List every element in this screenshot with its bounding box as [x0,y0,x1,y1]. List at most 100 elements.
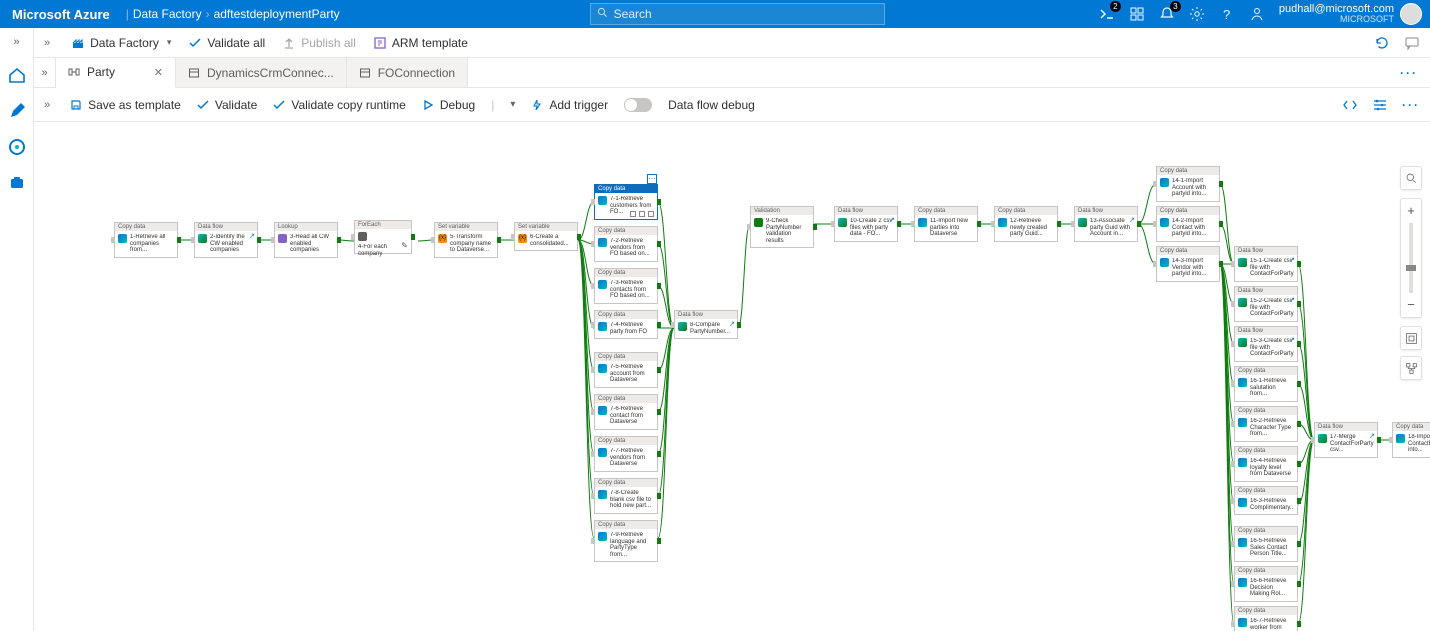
input-port[interactable] [591,241,595,247]
rail-home-icon[interactable] [8,66,26,84]
activity-node[interactable]: Set variable{x}5-Transform company name … [434,222,498,258]
activity-node[interactable]: Copy data16-3-Retrieve Complimentary... [1234,486,1298,515]
input-port[interactable] [591,367,595,373]
activity-node[interactable]: Copy data12-Retrieve newly created party… [994,206,1058,242]
output-port[interactable] [1057,221,1061,227]
output-port[interactable] [1297,301,1301,307]
tab-overflow[interactable]: ··· [1388,58,1430,87]
azure-brand[interactable]: Microsoft Azure [0,7,122,22]
refresh-icon[interactable] [1374,35,1390,51]
output-port[interactable] [497,237,501,243]
activity-node[interactable]: Copy data1-Retrieve all companies from..… [114,222,178,258]
arm-template-button[interactable]: ARM template [374,36,468,50]
output-port[interactable] [813,224,817,230]
activity-node[interactable]: Set variable{x}6-Create a consolidated..… [514,222,578,251]
breadcrumb-datafactory[interactable]: Data Factory [133,7,202,21]
data-factory-dropdown[interactable]: Data Factory ▾ [72,36,171,50]
debug-dropdown[interactable]: ▾ [510,99,515,110]
activity-node[interactable]: Copy data14-1-Import Account with partyi… [1156,166,1220,202]
activity-node[interactable]: Copy data11-Import new parties into Data… [914,206,978,242]
canvas-search-button[interactable] [1400,166,1422,190]
activity-node[interactable]: Copy data16-4-Retrieve loyalty level fro… [1234,446,1298,482]
input-port[interactable] [747,224,751,230]
canvas-autolayout-button[interactable] [1400,356,1422,380]
input-port[interactable] [911,221,915,227]
rail-author-icon[interactable] [8,102,26,120]
node-action-icon[interactable] [639,211,645,217]
input-port[interactable] [1153,221,1157,227]
input-port[interactable] [1231,461,1235,467]
activity-node[interactable]: Copy data7-7-Retrieve vendors from Datav… [594,436,658,472]
save-as-template-button[interactable]: Save as template [70,98,181,112]
input-port[interactable] [1153,261,1157,267]
input-port[interactable] [1231,261,1235,267]
input-port[interactable] [1231,621,1235,627]
output-port[interactable] [1297,621,1301,627]
zoom-in-button[interactable]: + [1407,203,1415,219]
close-icon[interactable]: ✕ [154,66,163,79]
activity-node[interactable]: Data flow8-Compare PartyNumber...↗ [674,310,738,339]
input-port[interactable] [591,409,595,415]
output-port[interactable] [1297,261,1301,267]
activity-node[interactable]: Copy data7-9-Retrieve language and Party… [594,520,658,562]
input-port[interactable] [1231,581,1235,587]
expand-icon[interactable]: ↗ [249,232,255,240]
input-port[interactable] [591,451,595,457]
validate-all-button[interactable]: Validate all [189,36,265,50]
activity-node[interactable]: Copy data16-1-Retrieve salutation from..… [1234,366,1298,402]
feedback-tool-icon[interactable] [1404,35,1420,51]
output-port[interactable] [657,283,661,289]
directories-icon[interactable] [1129,6,1145,22]
input-port[interactable] [591,322,595,328]
help-icon[interactable]: ? [1219,6,1235,22]
input-port[interactable] [831,221,835,227]
output-port[interactable] [1137,221,1141,227]
edit-icon[interactable]: ✎ [401,241,408,250]
output-port[interactable] [411,234,415,240]
output-port[interactable] [657,367,661,373]
search-input[interactable] [614,7,884,21]
output-port[interactable] [1297,498,1301,504]
activity-node[interactable]: Copy data16-6-Retrieve Decision Making R… [1234,566,1298,602]
tab-foconnection[interactable]: FOConnection [347,58,468,87]
activity-node[interactable]: Data flow15-1-Create csv file with Conta… [1234,246,1298,282]
activity-node[interactable]: Copy data7-3-Retrieve contacts from FO b… [594,268,658,304]
activity-node[interactable]: Copy data16-7-Retrieve worker from Datav… [1234,606,1298,631]
activity-node[interactable]: Data flow15-3-Create csv file with Conta… [1234,326,1298,362]
output-port[interactable] [1219,181,1223,187]
toolbar-overflow[interactable]: ··· [1402,98,1420,112]
activity-node[interactable]: Copy data14-3-Import Vendor with partyid… [1156,246,1220,282]
rail-expand-icon[interactable]: » [13,36,19,48]
input-port[interactable] [191,237,195,243]
code-view-icon[interactable] [1342,97,1358,113]
activity-node[interactable]: Copy data7-8-Create blank csv file to ho… [594,478,658,514]
input-port[interactable] [1231,341,1235,347]
output-port[interactable] [1377,437,1381,443]
global-search[interactable] [590,3,885,25]
input-port[interactable] [111,237,115,243]
rail-monitor-icon[interactable] [8,138,26,156]
output-port[interactable] [657,199,661,205]
expand-icon[interactable]: ↗ [1129,216,1135,224]
publish-all-button[interactable]: Publish all [283,36,356,50]
activity-node[interactable]: Data flow17-Merge ContactForParty csv...… [1314,422,1378,458]
output-port[interactable] [657,241,661,247]
activity-node[interactable]: Data flow13-Associate party Guid with Ac… [1074,206,1138,242]
settings-icon[interactable] [1189,6,1205,22]
output-port[interactable] [1297,461,1301,467]
activity-node[interactable]: Data flow10-Create 2 csv files with part… [834,206,898,242]
output-port[interactable] [657,451,661,457]
input-port[interactable] [351,234,355,240]
output-port[interactable] [257,237,261,243]
output-port[interactable] [657,538,661,544]
activity-node[interactable]: Copy data7-6-Retrieve contact from Datav… [594,394,658,430]
node-menu-icon[interactable]: ⋯ [647,174,657,184]
zoom-thumb[interactable] [1406,265,1416,271]
activity-node[interactable]: Copy data7-4-Retrieve party from FO [594,310,658,339]
input-port[interactable] [991,221,995,227]
expand-icon[interactable]: ↗ [1369,432,1375,440]
tab-party[interactable]: Party ✕ [56,58,176,88]
tabbar-expand[interactable]: » [34,58,56,87]
input-port[interactable] [591,199,595,205]
activity-node[interactable]: Copy data7-1-Retrieve customers from FO.… [594,184,658,220]
